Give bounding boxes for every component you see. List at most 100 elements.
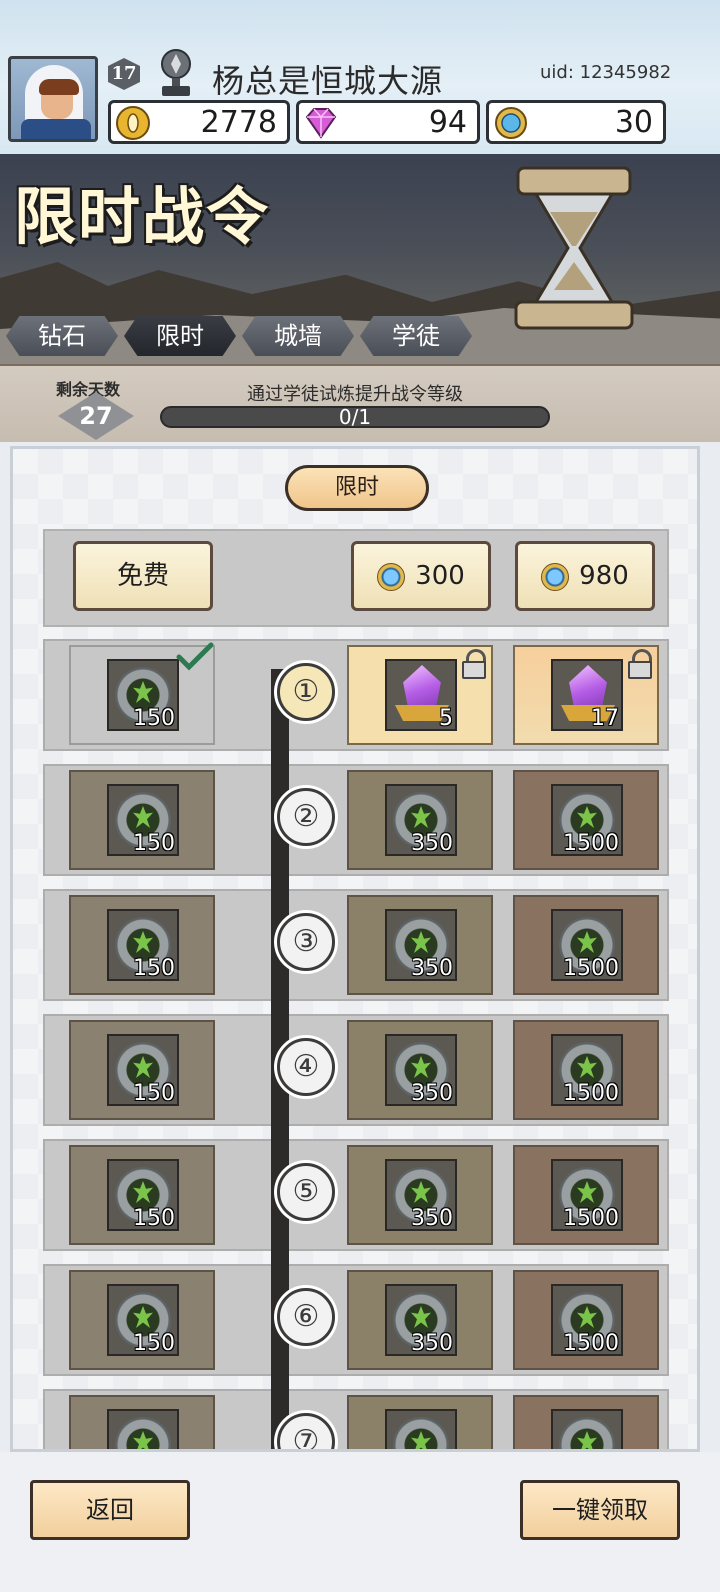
reward-quantity: 1500 xyxy=(563,831,619,856)
premium-reward-slot-2[interactable]: 1500 xyxy=(513,1270,659,1370)
level-row: 150 ① 5 17 xyxy=(43,639,669,751)
blue-token-icon xyxy=(495,107,527,139)
premium-reward-slot-2[interactable] xyxy=(513,1395,659,1449)
player-uid: uid: 12345982 xyxy=(540,62,672,83)
reward-item: 17 xyxy=(551,659,623,731)
progress-text: 0/1 xyxy=(338,405,372,429)
reward-item: 350 xyxy=(385,1284,457,1356)
reward-quantity: 150 xyxy=(133,1331,175,1356)
player-avatar[interactable] xyxy=(8,56,98,142)
reward-item: 1500 xyxy=(551,784,623,856)
leaf-emblem-icon xyxy=(559,1417,615,1449)
reward-quantity: 350 xyxy=(411,831,453,856)
reward-item: 350 xyxy=(385,784,457,856)
level-node: ② xyxy=(277,788,335,846)
reward-quantity: 150 xyxy=(133,706,175,731)
reward-item: 150 xyxy=(107,1034,179,1106)
tab-limited[interactable]: 限时 xyxy=(124,316,236,356)
level-row: ⑦ xyxy=(43,1389,669,1449)
free-tier-button[interactable]: 免费 xyxy=(73,541,213,611)
free-reward-slot[interactable]: 150 xyxy=(69,895,215,995)
reward-quantity: 150 xyxy=(133,1081,175,1106)
reward-quantity: 1500 xyxy=(563,1206,619,1231)
back-button[interactable]: 返回 xyxy=(30,1480,190,1540)
reward-quantity: 5 xyxy=(439,706,453,731)
reward-item: 150 xyxy=(107,909,179,981)
reward-panel[interactable]: 限时 免费 300 980 150 ① 5 17 150 ② 350 1500 … xyxy=(10,446,700,1452)
free-reward-slot[interactable]: 150 xyxy=(69,642,215,745)
event-banner: 限时战令 钻石 限时 城墙 学徒 xyxy=(0,154,720,364)
days-remaining-value: 27 xyxy=(79,402,113,430)
progress-bar: 0/1 xyxy=(160,406,550,428)
gem-value: 94 xyxy=(428,105,467,140)
level-node: ① xyxy=(277,663,335,721)
premium-tier-button-2[interactable]: 980 xyxy=(515,541,655,611)
level-row: 150 ④ 350 1500 xyxy=(43,1014,669,1126)
token-counter[interactable]: 30 xyxy=(486,100,666,144)
premium-price-1: 300 xyxy=(415,561,465,591)
gold-counter[interactable]: 2778 xyxy=(108,100,290,144)
reward-item: 1500 xyxy=(551,1284,623,1356)
player-name: 杨总是恒城大源 xyxy=(212,62,444,100)
premium-reward-slot-1[interactable]: 350 xyxy=(347,770,493,870)
reward-quantity: 1500 xyxy=(563,1331,619,1356)
days-remaining-label: 剩余天数 xyxy=(56,380,121,399)
trophy-rank-icon[interactable] xyxy=(154,48,198,98)
free-reward-slot[interactable]: 150 xyxy=(69,1020,215,1120)
premium-reward-slot-2[interactable]: 17 xyxy=(513,645,659,745)
level-row: 150 ③ 350 1500 xyxy=(43,889,669,1001)
premium-reward-slot-2[interactable]: 1500 xyxy=(513,1145,659,1245)
reward-quantity: 1500 xyxy=(563,1081,619,1106)
task-description: 通过学徒试炼提升战令等级 xyxy=(247,384,463,405)
free-reward-slot[interactable]: 150 xyxy=(69,770,215,870)
level-node: ④ xyxy=(277,1038,335,1096)
tab-diamond[interactable]: 钻石 xyxy=(6,316,118,356)
premium-reward-slot-2[interactable]: 1500 xyxy=(513,895,659,995)
reward-quantity: 17 xyxy=(591,706,619,731)
reward-item: 350 xyxy=(385,1034,457,1106)
premium-reward-slot-1[interactable]: 350 xyxy=(347,1270,493,1370)
gem-counter[interactable]: 94 xyxy=(296,100,480,144)
reward-item: 350 xyxy=(385,1159,457,1231)
reward-quantity: 150 xyxy=(133,1206,175,1231)
premium-reward-slot-2[interactable]: 1500 xyxy=(513,1020,659,1120)
gold-value: 2778 xyxy=(200,105,277,140)
token-value: 30 xyxy=(614,105,653,140)
premium-price-2: 980 xyxy=(579,561,629,591)
leaf-emblem-icon xyxy=(115,1417,171,1449)
reward-item: 1500 xyxy=(551,1034,623,1106)
reward-quantity: 1500 xyxy=(563,956,619,981)
premium-reward-slot-1[interactable]: 350 xyxy=(347,895,493,995)
reward-item: 150 xyxy=(107,1159,179,1231)
tier-header: 免费 300 980 xyxy=(43,529,669,627)
tab-bar: 钻石 限时 城墙 学徒 xyxy=(0,314,720,360)
free-reward-slot[interactable]: 150 xyxy=(69,1145,215,1245)
reward-quantity: 150 xyxy=(133,831,175,856)
premium-tier-button-1[interactable]: 300 xyxy=(351,541,491,611)
reward-item: 150 xyxy=(107,1284,179,1356)
premium-reward-slot-1[interactable]: 350 xyxy=(347,1145,493,1245)
premium-reward-slot-1[interactable] xyxy=(347,1395,493,1449)
pass-status-bar: 剩余天数 27 通过学徒试炼提升战令等级 0/1 xyxy=(0,364,720,442)
reward-quantity: 350 xyxy=(411,1331,453,1356)
level-row: 150 ⑤ 350 1500 xyxy=(43,1139,669,1251)
level-row: 150 ② 350 1500 xyxy=(43,764,669,876)
reward-item: 150 xyxy=(107,659,179,731)
reward-item xyxy=(551,1409,623,1449)
premium-reward-slot-1[interactable]: 5 xyxy=(347,645,493,745)
reward-item xyxy=(107,1409,179,1449)
section-label: 限时 xyxy=(285,465,429,511)
tab-apprentice[interactable]: 学徒 xyxy=(360,316,472,356)
free-reward-slot[interactable]: 150 xyxy=(69,1270,215,1370)
premium-reward-slot-1[interactable]: 350 xyxy=(347,1020,493,1120)
reward-quantity: 350 xyxy=(411,956,453,981)
diamond-icon xyxy=(305,108,337,139)
free-reward-slot[interactable] xyxy=(69,1395,215,1449)
blue-token-icon xyxy=(541,562,570,591)
checkmark-icon xyxy=(176,642,214,671)
tab-walls[interactable]: 城墙 xyxy=(242,316,354,356)
reward-item: 350 xyxy=(385,909,457,981)
footer: 返回 一键领取 xyxy=(0,1452,720,1592)
premium-reward-slot-2[interactable]: 1500 xyxy=(513,770,659,870)
claim-all-button[interactable]: 一键领取 xyxy=(520,1480,680,1540)
